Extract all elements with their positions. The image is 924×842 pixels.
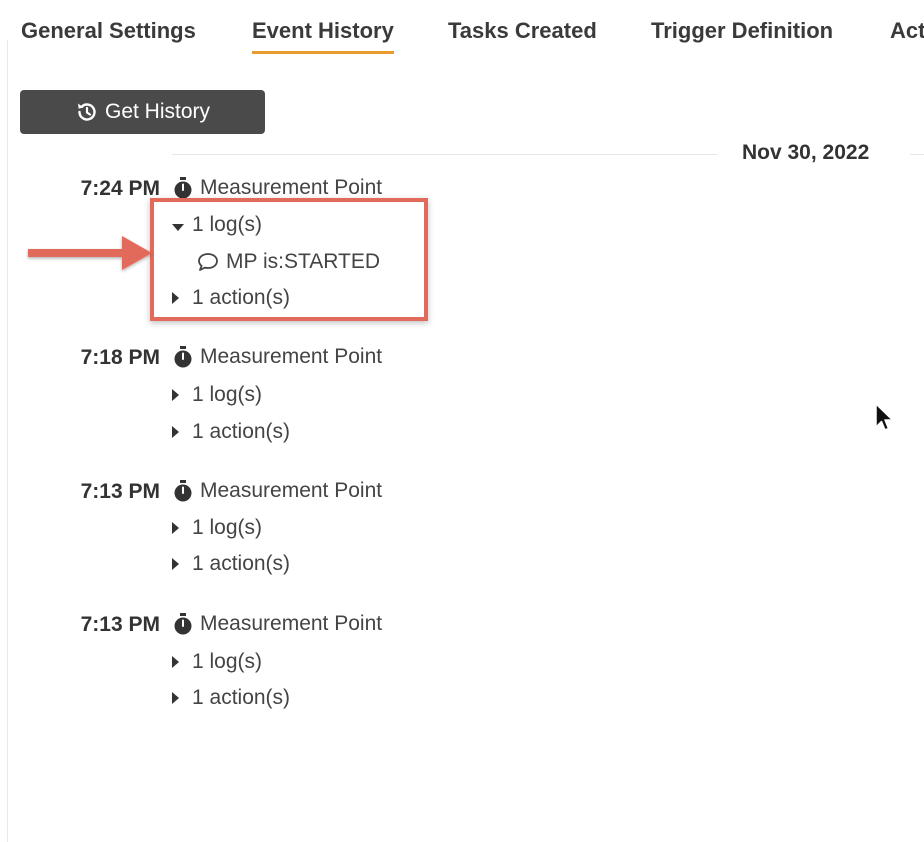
caret-right-icon (172, 686, 186, 710)
logs-toggle[interactable]: 1 log(s) (172, 650, 262, 674)
actions-label: 1 action(s) (192, 420, 291, 443)
event-time: 7:24 PM (80, 177, 160, 200)
annotation-arrow-icon (28, 236, 152, 270)
caret-right-icon (172, 552, 186, 576)
caret-right-icon (172, 516, 186, 540)
tab-bar: General Settings Event History Tasks Cre… (0, 0, 924, 60)
event-title: Measurement Point (172, 345, 382, 369)
logs-label: 1 log(s) (192, 383, 263, 406)
actions-toggle[interactable]: 1 action(s) (172, 686, 290, 710)
get-history-button[interactable]: Get History (20, 90, 265, 134)
event-title-label: Measurement Point (200, 479, 383, 502)
event-title: Measurement Point (172, 176, 382, 200)
event-time: 7:13 PM (80, 480, 160, 503)
logs-label: 1 log(s) (192, 516, 263, 539)
date-label: Nov 30, 2022 (742, 141, 870, 164)
actions-label: 1 action(s) (192, 686, 291, 709)
tab-trigger-definition[interactable]: Trigger Definition (651, 18, 833, 44)
event-title: Measurement Point (172, 479, 382, 503)
stopwatch-icon (172, 345, 194, 369)
tab-actions[interactable]: Act (890, 18, 924, 44)
stopwatch-icon (172, 612, 194, 636)
logs-toggle[interactable]: 1 log(s) (172, 516, 262, 540)
actions-toggle[interactable]: 1 action(s) (172, 552, 290, 576)
event-title-label: Measurement Point (200, 345, 383, 368)
stopwatch-icon (172, 176, 194, 200)
panel-border (7, 40, 8, 842)
event-title-label: Measurement Point (200, 176, 383, 199)
tab-general-settings[interactable]: General Settings (21, 18, 196, 44)
annotation-highlight-box (150, 198, 428, 321)
tab-tasks-created[interactable]: Tasks Created (448, 18, 597, 44)
logs-toggle[interactable]: 1 log(s) (172, 383, 262, 407)
caret-right-icon (172, 650, 186, 674)
event-time: 7:18 PM (80, 346, 160, 369)
event-time: 7:13 PM (80, 613, 160, 636)
logs-label: 1 log(s) (192, 650, 263, 673)
actions-label: 1 action(s) (192, 552, 291, 575)
date-divider-line (172, 154, 717, 155)
get-history-label: Get History (104, 100, 211, 123)
mouse-cursor-icon (875, 403, 894, 431)
caret-right-icon (172, 383, 186, 407)
stopwatch-icon (172, 479, 194, 503)
event-title: Measurement Point (172, 612, 382, 636)
history-icon (75, 100, 99, 124)
event-history-panel: General Settings Event History Tasks Cre… (0, 0, 924, 842)
event-title-label: Measurement Point (200, 612, 383, 635)
tab-event-history[interactable]: Event History (252, 18, 394, 54)
actions-toggle[interactable]: 1 action(s) (172, 420, 290, 444)
date-divider-line-right (910, 154, 924, 155)
caret-right-icon (172, 420, 186, 444)
